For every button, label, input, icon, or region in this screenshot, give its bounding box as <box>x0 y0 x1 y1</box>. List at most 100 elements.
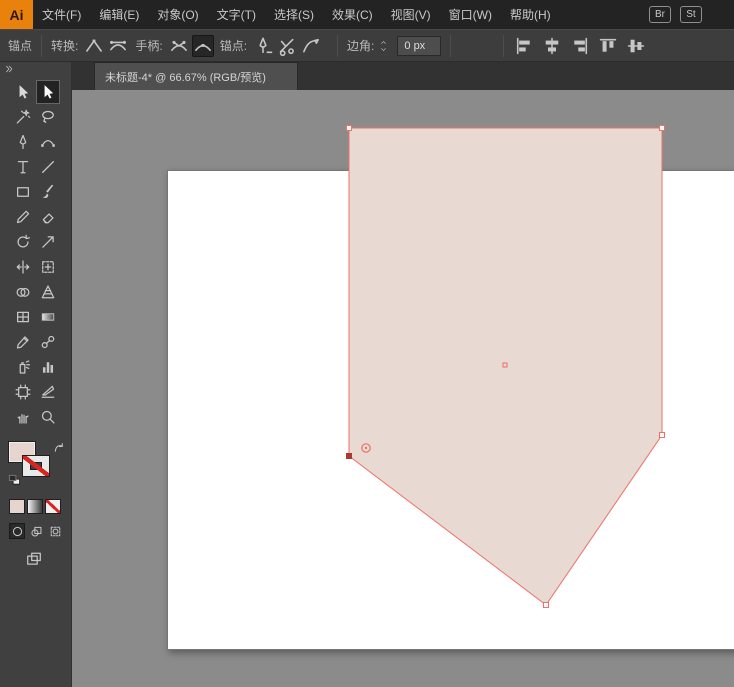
screen-mode-button[interactable] <box>24 551 44 567</box>
anchor-point[interactable] <box>544 603 549 608</box>
align-top-button[interactable] <box>597 35 619 57</box>
rotate-tool[interactable] <box>11 230 35 254</box>
convert-to-corner-button[interactable] <box>83 35 105 57</box>
stock-button[interactable]: St <box>680 6 702 23</box>
menu-item[interactable]: 文字(T) <box>208 0 265 29</box>
align-left-button[interactable] <box>513 35 535 57</box>
mesh-tool[interactable] <box>11 305 35 329</box>
pen-tool[interactable] <box>11 130 35 154</box>
convert-to-corner-icon <box>84 36 104 56</box>
align-top-icon <box>598 36 618 56</box>
document-shapes <box>72 90 734 687</box>
swap-fill-stroke-icon <box>53 442 66 455</box>
context-label: 锚点 <box>8 37 32 54</box>
selection-tool[interactable] <box>11 80 35 104</box>
width-tool-icon <box>15 259 31 275</box>
menu-item[interactable]: 编辑(E) <box>90 0 148 29</box>
none-button[interactable] <box>45 499 61 514</box>
align-center-h-icon <box>542 36 562 56</box>
zoom-tool[interactable] <box>36 405 60 429</box>
free-transform-tool[interactable] <box>36 255 60 279</box>
menu-item[interactable]: 帮助(H) <box>501 0 560 29</box>
width-tool[interactable] <box>11 255 35 279</box>
direct-selection-tool-icon <box>40 84 56 100</box>
menu-item[interactable]: 选择(S) <box>265 0 323 29</box>
draw-behind-icon <box>30 525 43 538</box>
control-group-label: 转换: <box>51 37 78 54</box>
hand-tool-icon <box>15 409 31 425</box>
illustrator-window: Ai 文件(F)编辑(E)对象(O)文字(T)选择(S)效果(C)视图(V)窗口… <box>0 0 734 687</box>
connect-path-button[interactable] <box>300 35 322 57</box>
anchor-point[interactable] <box>347 454 352 459</box>
color-mode-buttons <box>9 499 71 514</box>
swap-fill-stroke-button[interactable] <box>53 442 66 455</box>
menubar-right: Br St <box>649 0 734 29</box>
menu-item[interactable]: 窗口(W) <box>440 0 501 29</box>
direct-selection-tool[interactable] <box>36 80 60 104</box>
cut-path-button[interactable] <box>276 35 298 57</box>
slice-tool[interactable] <box>36 380 60 404</box>
anchor-point[interactable] <box>347 126 352 131</box>
align-center-horizontal-button[interactable] <box>541 35 563 57</box>
blend-tool[interactable] <box>36 330 60 354</box>
remove-anchor-icon <box>253 36 273 56</box>
scale-tool[interactable] <box>36 230 60 254</box>
anchor-point[interactable] <box>660 433 665 438</box>
selection-tool-icon <box>15 84 31 100</box>
artboard-tool[interactable] <box>11 380 35 404</box>
tools-grid <box>11 80 71 429</box>
tools-panel-header[interactable] <box>0 62 71 76</box>
menu-item[interactable]: 效果(C) <box>323 0 382 29</box>
shape-builder-tool[interactable] <box>11 280 35 304</box>
rectangle-tool-icon <box>15 184 31 200</box>
hide-handles-icon <box>193 36 213 56</box>
magic-wand-tool[interactable] <box>11 105 35 129</box>
options-dropdown-button[interactable] <box>460 35 494 57</box>
none-slash-icon <box>23 456 49 476</box>
type-tool[interactable] <box>11 155 35 179</box>
show-handles-button[interactable] <box>168 35 190 57</box>
align-middle-vertical-button[interactable] <box>625 35 647 57</box>
default-fill-stroke-button[interactable] <box>8 474 22 487</box>
draw-behind-button[interactable] <box>28 523 44 539</box>
menu-item[interactable]: 视图(V) <box>382 0 440 29</box>
remove-anchor-button[interactable] <box>252 35 274 57</box>
menu-bar: Ai 文件(F)编辑(E)对象(O)文字(T)选择(S)效果(C)视图(V)窗口… <box>0 0 734 29</box>
bridge-button[interactable]: Br <box>649 6 671 23</box>
gradient-tool[interactable] <box>36 305 60 329</box>
symbol-sprayer-tool[interactable] <box>11 355 35 379</box>
gradient-button[interactable] <box>27 499 43 514</box>
control-group: 锚点: <box>220 35 322 57</box>
hide-handles-button[interactable] <box>192 35 214 57</box>
draw-inside-button[interactable] <box>47 523 63 539</box>
rectangle-tool[interactable] <box>11 180 35 204</box>
draw-normal-button[interactable] <box>9 523 25 539</box>
column-graph-tool[interactable] <box>36 355 60 379</box>
menu-item[interactable]: 文件(F) <box>33 0 90 29</box>
corner-stepper[interactable] <box>379 39 392 53</box>
color-button[interactable] <box>9 499 25 514</box>
paintbrush-tool[interactable] <box>36 180 60 204</box>
align-right-button[interactable] <box>569 35 591 57</box>
document-tab[interactable]: 未标题-4* @ 66.67% (RGB/预览) <box>94 62 298 90</box>
stroke-swatch[interactable] <box>22 455 50 477</box>
line-segment-tool[interactable] <box>36 155 60 179</box>
control-group-label: 锚点: <box>220 37 247 54</box>
perspective-grid-tool[interactable] <box>36 280 60 304</box>
draw-normal-icon <box>11 525 24 538</box>
convert-to-smooth-button[interactable] <box>107 35 129 57</box>
tab-close-button[interactable] <box>275 71 287 83</box>
type-tool-icon <box>15 159 31 175</box>
stepper-down-icon <box>379 46 388 53</box>
canvas[interactable] <box>72 90 734 687</box>
anchor-point[interactable] <box>660 126 665 131</box>
symbol-sprayer-tool-icon <box>15 359 31 375</box>
curvature-tool[interactable] <box>36 130 60 154</box>
corner-radius-input[interactable]: 0 px <box>397 36 441 56</box>
hand-tool[interactable] <box>11 405 35 429</box>
eyedropper-tool[interactable] <box>11 330 35 354</box>
eraser-tool[interactable] <box>36 205 60 229</box>
lasso-tool[interactable] <box>36 105 60 129</box>
pencil-tool[interactable] <box>11 205 35 229</box>
menu-item[interactable]: 对象(O) <box>148 0 207 29</box>
